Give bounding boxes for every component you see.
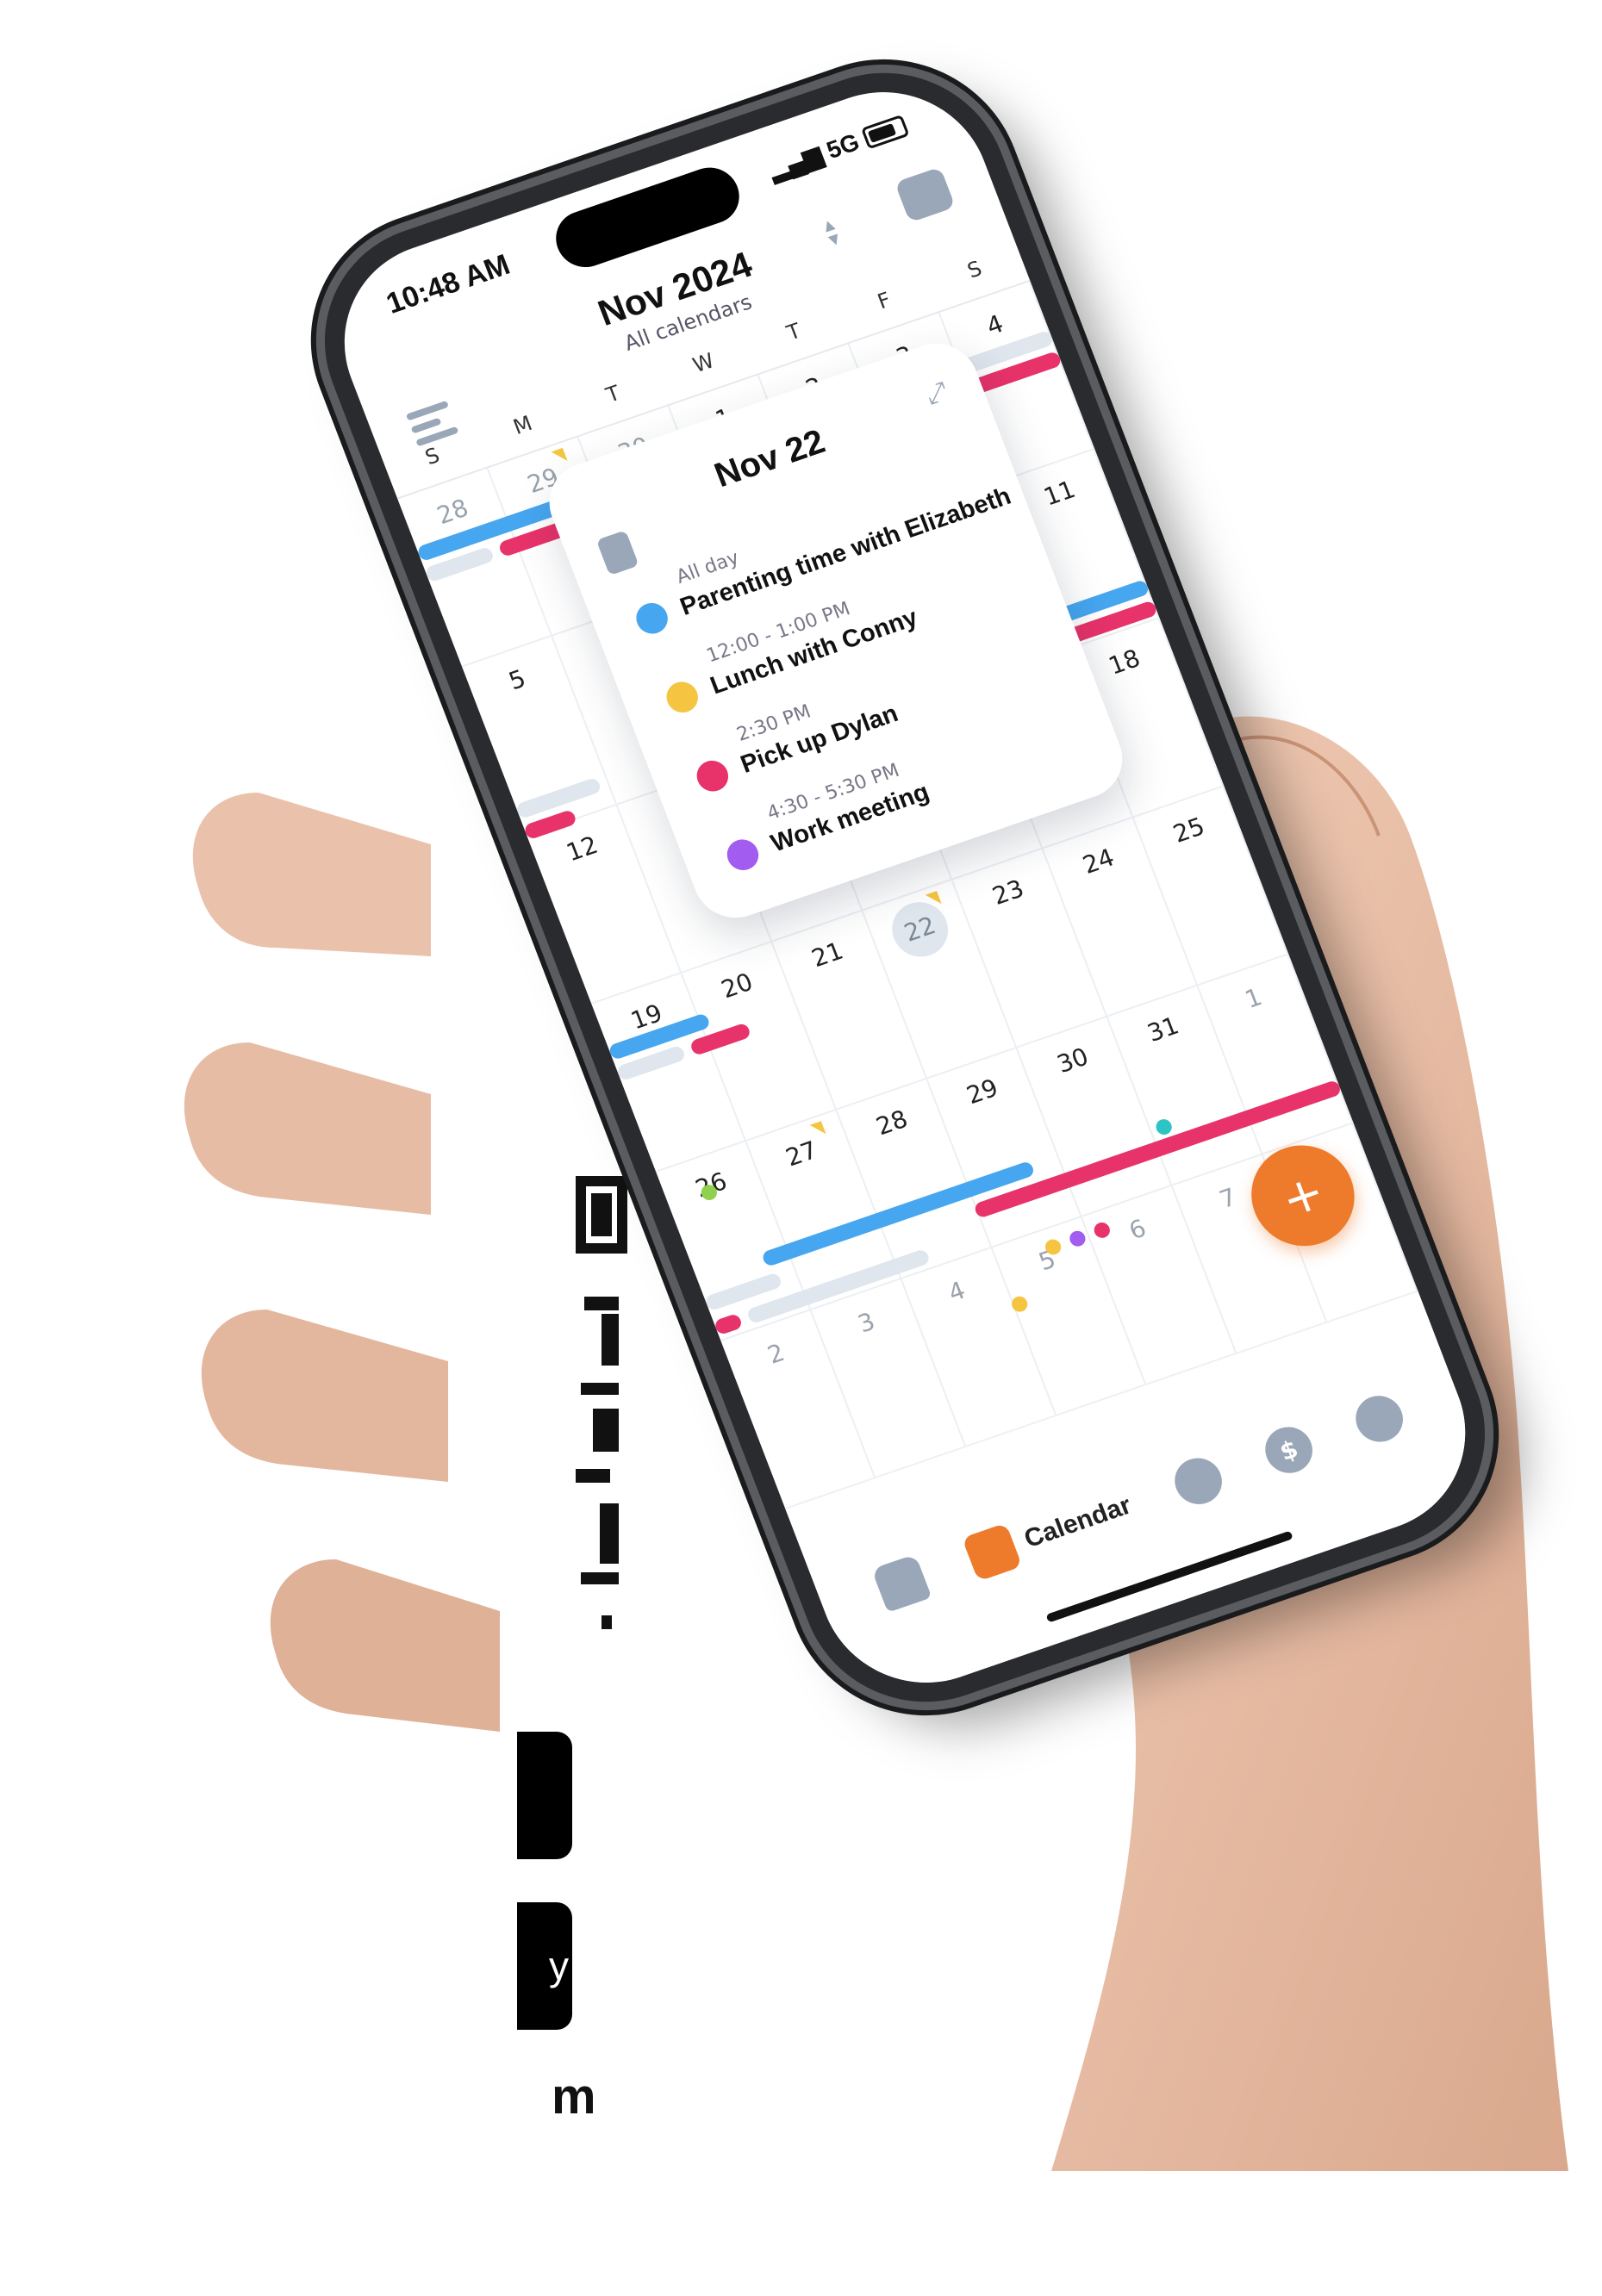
day-number: 3 xyxy=(853,1306,879,1339)
home-icon xyxy=(871,1553,932,1613)
tab-messages[interactable] xyxy=(1168,1452,1230,1511)
day-number: 29 xyxy=(963,1073,1002,1111)
day-number: 22 xyxy=(883,894,957,965)
day-number: 28 xyxy=(872,1104,912,1142)
day-number: 25 xyxy=(1169,812,1209,849)
day-number: 2 xyxy=(764,1337,789,1370)
website-fragment: m xyxy=(552,2069,596,2125)
day-number: 23 xyxy=(988,874,1028,911)
tab-more[interactable] xyxy=(1349,1389,1410,1448)
calendar-icon xyxy=(962,1522,1023,1582)
battery-icon xyxy=(860,114,910,149)
status-indicators: ▂▄▆ 5G xyxy=(765,111,911,184)
network-label: 5G xyxy=(822,128,863,164)
dollar-icon: $ xyxy=(1258,1421,1319,1480)
circle-menu-icon xyxy=(1349,1389,1410,1448)
event-color-dot xyxy=(632,599,673,638)
chat-bubbles-icon xyxy=(1168,1452,1230,1511)
status-time: 10:48 AM xyxy=(382,248,514,320)
tab-calendar-label: Calendar xyxy=(1020,1490,1136,1554)
day-number: 5 xyxy=(504,664,530,696)
tab-expenses[interactable]: $ xyxy=(1258,1421,1319,1480)
day-number: 20 xyxy=(717,967,757,1005)
tab-calendar[interactable]: Calendar xyxy=(962,1483,1138,1582)
tab-home[interactable] xyxy=(871,1553,932,1613)
day-number: 24 xyxy=(1078,843,1119,880)
day-number: 31 xyxy=(1144,1011,1183,1048)
store-badge-text: y xyxy=(549,1944,569,1988)
day-number: 21 xyxy=(807,936,847,974)
day-number: 27 xyxy=(782,1136,822,1173)
day-number: 4 xyxy=(944,1275,969,1308)
day-number: 1 xyxy=(1241,982,1266,1015)
event-color-dot xyxy=(692,756,733,796)
event-color-dot xyxy=(722,835,764,874)
day-number: 30 xyxy=(1053,1042,1093,1080)
signal-icon: ▂▄▆ xyxy=(764,140,826,184)
event-color-dot xyxy=(662,677,703,717)
